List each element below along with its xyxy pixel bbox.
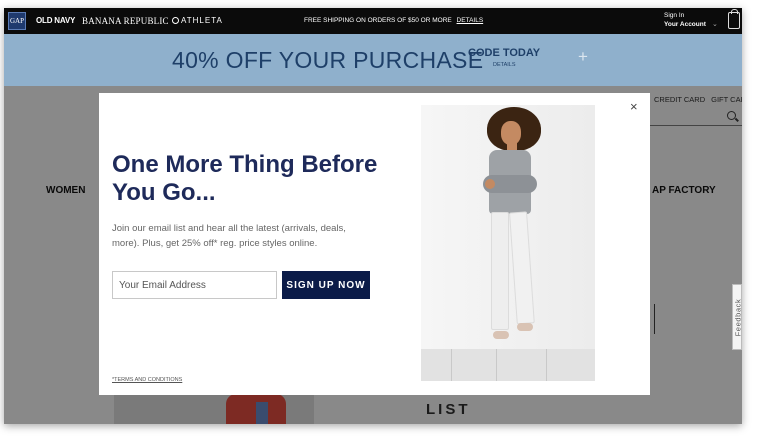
divider — [654, 304, 655, 334]
model-jeans-left — [491, 212, 509, 330]
model-photo — [421, 105, 595, 381]
search-input[interactable] — [650, 125, 742, 126]
floor-plank — [496, 349, 497, 381]
close-icon[interactable]: × — [630, 99, 638, 114]
nav-item-women[interactable]: WOMEN — [46, 185, 85, 196]
expand-plus-icon[interactable]: + — [578, 47, 588, 67]
sign-up-button[interactable]: SIGN UP NOW — [282, 271, 370, 299]
browser-viewport: GAP OLD NAVY BANANA REPUBLIC ATHLETA FRE… — [4, 8, 742, 424]
background-model-figure — [226, 394, 286, 424]
shipping-details-link[interactable]: DETAILS — [457, 17, 484, 24]
brand-bar: GAP OLD NAVY BANANA REPUBLIC ATHLETA FRE… — [4, 8, 742, 34]
email-signup-modal: × One More Thing Before You Go... Join o… — [99, 93, 650, 395]
credit-card-link[interactable]: CREDIT CARD — [654, 95, 705, 104]
gap-logo[interactable]: GAP — [8, 12, 26, 30]
shipping-promo-text: FREE SHIPPING ON ORDERS OF $50 OR MORE — [304, 17, 452, 24]
brand-link-athleta[interactable]: ATHLETA — [172, 16, 223, 25]
model-face — [501, 121, 521, 145]
model-shoe-right — [517, 323, 533, 331]
model-hand — [485, 179, 495, 189]
background-product-image — [114, 394, 314, 424]
brand-link-banana-republic[interactable]: BANANA REPUBLIC — [82, 16, 169, 26]
brand-link-old-navy[interactable]: OLD NAVY — [36, 16, 75, 25]
promo-details-link[interactable]: DETAILS — [493, 62, 516, 68]
gift-card-link[interactable]: GIFT CARD — [711, 95, 742, 104]
photo-floor — [421, 349, 595, 381]
athleta-label: ATHLETA — [181, 16, 223, 25]
modal-heading: One More Thing Before You Go... — [112, 151, 378, 206]
terms-link[interactable]: *TERMS AND CONDITIONS — [112, 377, 182, 383]
bag-icon[interactable] — [728, 9, 740, 29]
feedback-tab[interactable]: Feedback — [732, 284, 742, 350]
sign-in-label: Sign In — [664, 12, 685, 19]
utility-links: CREDIT CARD GIFT CARD — [654, 95, 742, 104]
modal-description: Join our email list and hear all the lat… — [112, 223, 346, 249]
background-list-heading: LIST — [426, 401, 471, 418]
shipping-promo: FREE SHIPPING ON ORDERS OF $50 OR MORE D… — [304, 17, 483, 24]
promo-code-label: CODE TODAY — [468, 47, 541, 59]
email-field[interactable] — [112, 271, 277, 299]
promo-banner: 40% OFF YOUR PURCHASE CODE TODAY DETAILS… — [4, 34, 742, 86]
floor-plank — [451, 349, 452, 381]
your-account-label: Your Account — [664, 21, 706, 28]
nav-item-gap-factory[interactable]: AP FACTORY — [652, 185, 716, 196]
floor-plank — [546, 349, 547, 381]
account-menu[interactable]: Sign In Your Account — [664, 11, 706, 29]
feedback-label: Feedback — [733, 298, 743, 337]
search-icon[interactable] — [727, 111, 736, 120]
model-shoe-left — [493, 331, 509, 339]
athleta-logo-icon — [172, 17, 179, 24]
chevron-down-icon[interactable]: ⌄ — [712, 20, 718, 28]
promo-headline: 40% OFF YOUR PURCHASE — [172, 47, 484, 73]
